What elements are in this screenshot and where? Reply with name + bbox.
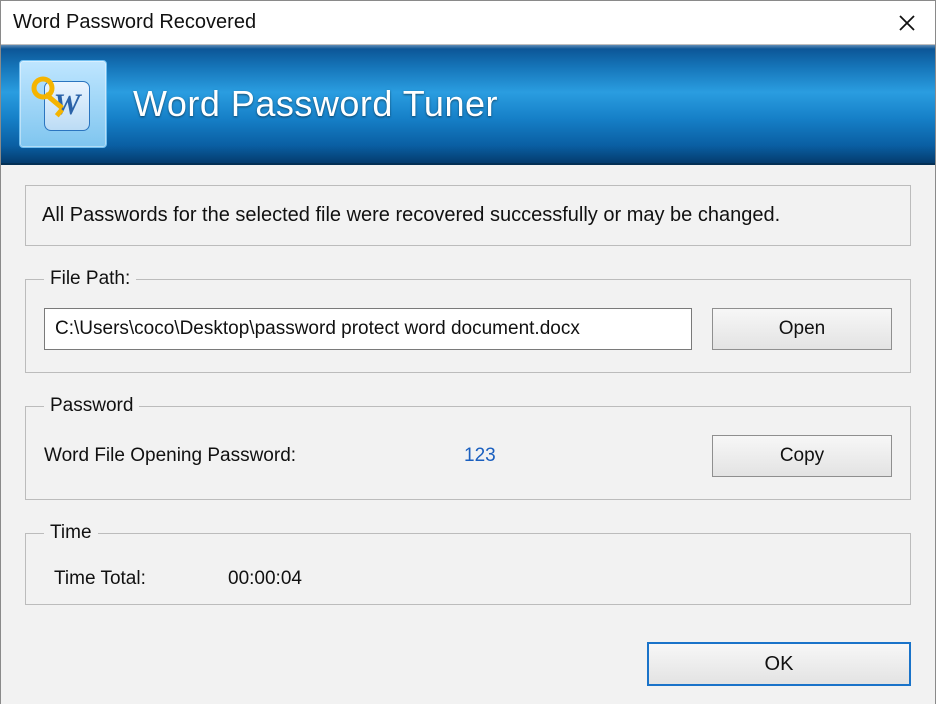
content-area: All Passwords for the selected file were…: [1, 165, 935, 704]
file-path-legend: File Path:: [44, 268, 136, 290]
copy-button[interactable]: Copy: [712, 435, 892, 477]
titlebar: Word Password Recovered: [1, 1, 935, 45]
dialog-window: Word Password Recovered W: [0, 0, 936, 704]
app-title: Word Password Tuner: [133, 83, 498, 125]
file-path-group: File Path: Open: [25, 268, 911, 373]
status-message: All Passwords for the selected file were…: [25, 185, 911, 246]
file-path-input[interactable]: [44, 308, 692, 350]
password-legend: Password: [44, 395, 139, 417]
window-title: Word Password Recovered: [13, 11, 256, 34]
password-value: 123: [374, 445, 712, 467]
password-group: Password Word File Opening Password: 123…: [25, 395, 911, 500]
time-group: Time Time Total: 00:00:04: [25, 522, 911, 605]
app-banner: W Word Password Tuner: [1, 45, 935, 165]
word-key-icon: W: [27, 68, 99, 140]
time-legend: Time: [44, 522, 98, 544]
open-button[interactable]: Open: [712, 308, 892, 350]
time-total-label: Time Total:: [48, 568, 228, 590]
app-icon: W: [19, 60, 107, 148]
password-label: Word File Opening Password:: [44, 445, 374, 467]
ok-button[interactable]: OK: [647, 642, 911, 686]
time-total-value: 00:00:04: [228, 568, 302, 590]
close-button[interactable]: [879, 1, 935, 45]
close-icon: [898, 14, 916, 32]
